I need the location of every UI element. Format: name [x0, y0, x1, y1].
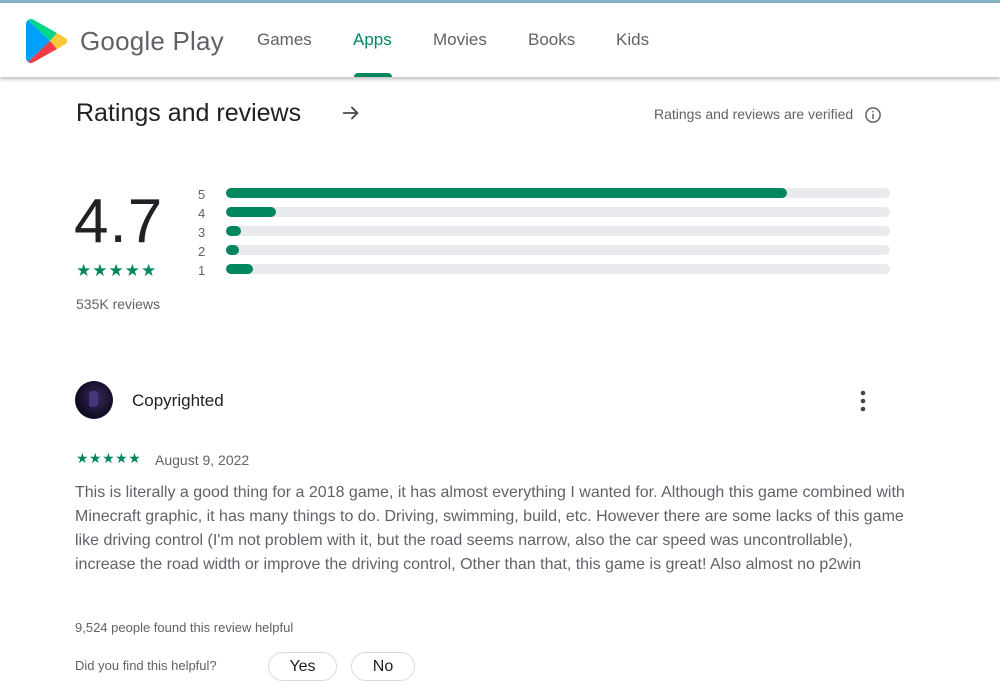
- more-vert-icon[interactable]: [852, 388, 874, 414]
- rating-row-label: 5: [198, 187, 206, 202]
- rating-row-5: 5: [198, 186, 892, 205]
- brand-name[interactable]: Google Play: [80, 26, 224, 57]
- nav-tab-books[interactable]: Books: [528, 30, 575, 50]
- nav-tab-kids[interactable]: Kids: [616, 30, 649, 50]
- rating-row-2: 2: [198, 243, 892, 262]
- review-count: 535K reviews: [76, 296, 161, 312]
- rating-row-label: 3: [198, 225, 206, 240]
- rating-bar-track: [226, 226, 890, 236]
- rating-row-label: 2: [198, 244, 206, 259]
- review-date: August 9, 2022: [155, 452, 250, 468]
- reviewer-name: Copyrighted: [132, 391, 224, 410]
- rating-bar-fill: [226, 245, 240, 255]
- rating-row-1: 1: [198, 262, 892, 281]
- helpful-question: Did you find this helpful?: [75, 658, 217, 673]
- verified-notice: Ratings and reviews are verified: [654, 106, 854, 122]
- rating-distribution: 5 4 3 2 1: [198, 186, 892, 281]
- average-rating: 4.7: [74, 187, 164, 256]
- nav-tab-apps[interactable]: Apps: [353, 30, 392, 50]
- rating-row-label: 4: [198, 206, 206, 221]
- avatar-figure: [89, 391, 98, 407]
- rating-bar-track: [226, 245, 890, 255]
- rating-bar-track: [226, 188, 890, 198]
- rating-row-3: 3: [198, 224, 892, 243]
- review-text: This is literally a good thing for a 201…: [75, 484, 905, 573]
- rating-bar-fill: [226, 226, 241, 236]
- rating-bar-track: [226, 264, 890, 274]
- arrow-right-icon[interactable]: [340, 102, 362, 124]
- helpful-no-button[interactable]: No: [351, 652, 415, 681]
- helpful-yes-button[interactable]: Yes: [268, 652, 337, 681]
- avatar: [75, 381, 113, 419]
- review-stars: ★★★★★: [76, 450, 142, 466]
- top-app-bar: Google Play Games Apps Movies Books Kids: [0, 3, 1000, 77]
- helpful-count: 9,524 people found this review helpful: [75, 620, 294, 635]
- rating-stars: ★★★★★: [76, 261, 158, 280]
- rating-bar-fill: [226, 207, 276, 217]
- rating-row-label: 1: [198, 263, 206, 278]
- google-play-logo[interactable]: [26, 18, 68, 64]
- rating-bar-fill: [226, 264, 253, 274]
- nav-tab-games[interactable]: Games: [257, 30, 312, 50]
- rating-bar-track: [226, 207, 890, 217]
- section-title: Ratings and reviews: [76, 99, 302, 127]
- active-tab-indicator: [354, 73, 392, 77]
- nav-tab-movies[interactable]: Movies: [433, 30, 487, 50]
- rating-bar-fill: [226, 188, 788, 198]
- rating-row-4: 4: [198, 205, 892, 224]
- info-icon[interactable]: [864, 106, 882, 124]
